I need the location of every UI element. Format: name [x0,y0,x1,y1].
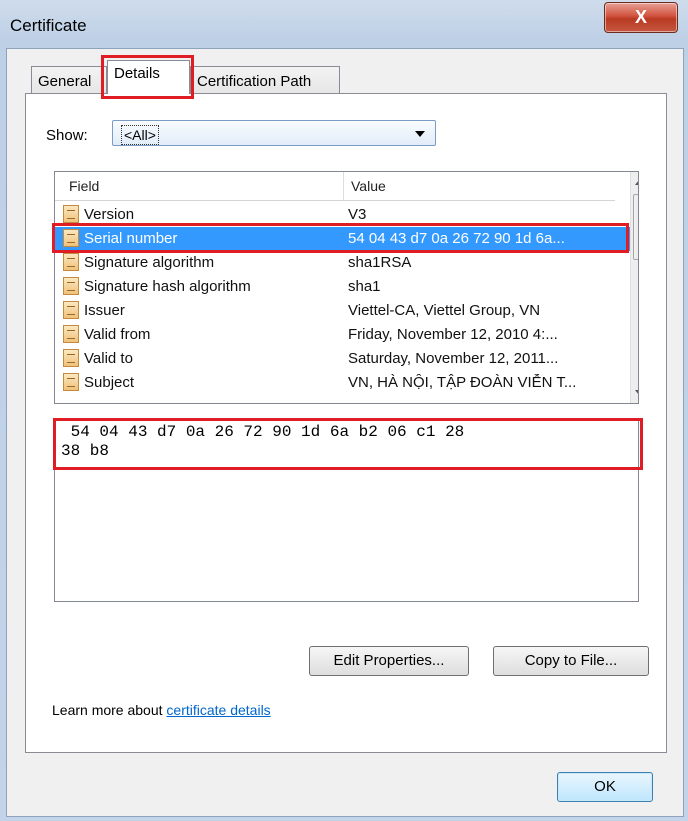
list-row-serial-number[interactable]: Serial number 54 04 43 d7 0a 26 72 90 1d… [55,227,630,251]
certificate-field-icon [63,325,79,343]
certificate-field-icon [63,277,79,295]
field-name: Version [84,206,135,223]
list-row-valid-from[interactable]: Valid from Friday, November 12, 2010 4:.… [55,323,630,347]
list-row-subject[interactable]: Subject VN, HÀ NỘI, TẬP ĐOÀN VIỄN T... [55,371,630,395]
column-divider[interactable] [343,172,344,200]
column-header-value[interactable]: Value [351,178,386,194]
field-value: VN, HÀ NỘI, TẬP ĐOÀN VIỄN T... [348,374,577,391]
field-name: Issuer [84,302,125,319]
show-label: Show: [46,127,88,144]
field-value: Saturday, November 12, 2011... [348,350,559,367]
certificate-field-icon [63,373,79,391]
certificate-field-icon [63,301,79,319]
field-list[interactable]: Field Value Version V3 Serial number 54 … [54,171,639,404]
field-name: Signature hash algorithm [84,278,251,295]
field-value: sha1 [348,278,381,295]
value-line-1: 54 04 43 d7 0a 26 72 90 1d 6a b2 06 c1 2… [61,423,465,441]
list-row-issuer[interactable]: Issuer Viettel-CA, Viettel Group, VN [55,299,630,323]
title-bar[interactable]: Certificate X [0,0,688,48]
field-name: Subject [84,374,135,391]
details-panel: Show: <All> Field Value Version V3 Seria… [25,93,667,753]
field-value: Viettel-CA, Viettel Group, VN [348,302,541,319]
value-line-2: 38 b8 [61,442,110,460]
field-value: V3 [348,206,367,223]
list-row-signature-hash-algorithm[interactable]: Signature hash algorithm sha1 [55,275,630,299]
copy-to-file-button[interactable]: Copy to File... [493,646,649,676]
value-detail-box[interactable]: 54 04 43 d7 0a 26 72 90 1d 6a b2 06 c1 2… [54,418,639,602]
certificate-field-icon [63,229,79,247]
close-icon: X [634,7,647,27]
list-header: Field Value [55,172,615,201]
certificate-field-icon [63,205,79,223]
list-row-valid-to[interactable]: Valid to Saturday, November 12, 2011... [55,347,630,371]
tab-general[interactable]: General [31,66,107,93]
edit-properties-button[interactable]: Edit Properties... [309,646,469,676]
field-value: sha1RSA [348,254,412,271]
value-detail-text: 54 04 43 d7 0a 26 72 90 1d 6a b2 06 c1 2… [61,423,464,461]
field-value: Friday, November 12, 2010 4:... [348,326,558,343]
field-name: Valid from [84,326,151,343]
ok-button[interactable]: OK [557,772,653,802]
field-name: Serial number [84,230,178,247]
learn-more-text: Learn more about certificate details [52,702,271,718]
chevron-down-icon [415,131,425,137]
dialog-client: General Details Certification Path Show:… [6,48,684,817]
window-title: Certificate [10,16,87,35]
certificate-field-icon [63,253,79,271]
field-name: Signature algorithm [84,254,215,271]
scroll-down-icon[interactable] [635,390,638,395]
tab-certification-path[interactable]: Certification Path [190,66,340,93]
field-value: 54 04 43 d7 0a 26 72 90 1d 6a... [348,230,565,247]
learn-more-prefix: Learn more about [52,702,167,718]
scroll-up-icon[interactable] [635,180,638,185]
show-dropdown[interactable]: <All> [112,120,436,146]
close-button[interactable]: X [604,2,678,33]
field-name: Valid to [84,350,133,367]
list-row-signature-algorithm[interactable]: Signature algorithm sha1RSA [55,251,630,275]
list-scrollbar[interactable] [630,172,638,403]
column-header-field[interactable]: Field [69,178,99,194]
certificate-field-icon [63,349,79,367]
tab-details[interactable]: Details [107,60,190,94]
scrollbar-thumb[interactable] [633,194,638,260]
list-row-version[interactable]: Version V3 [55,203,630,227]
certificate-details-link[interactable]: certificate details [166,702,270,718]
certificate-window: Certificate X General Details Certificat… [0,0,688,821]
show-selected-value: <All> [121,125,159,145]
